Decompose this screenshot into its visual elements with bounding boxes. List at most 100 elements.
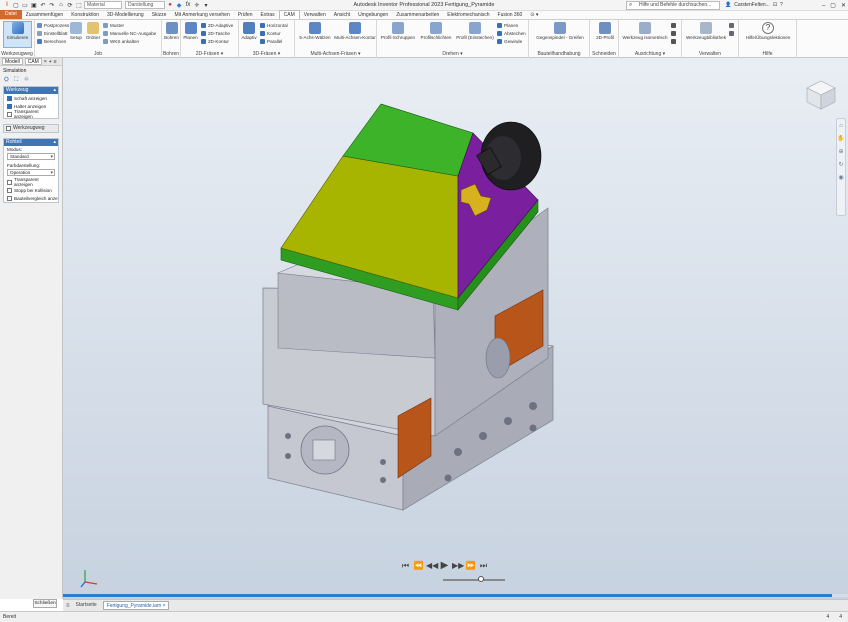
parallel-button[interactable]: Parallel — [260, 38, 282, 44]
select-icon[interactable]: ⬚ — [75, 1, 83, 9]
close-simulation-button[interactable]: Schließen — [33, 599, 57, 608]
update-icon[interactable]: ⟳ — [66, 1, 74, 9]
adjust-icon[interactable]: ◆ — [175, 1, 183, 9]
material-select[interactable]: Material — [84, 1, 122, 9]
browser-add-icon[interactable]: + — [49, 59, 52, 65]
doctab-home[interactable]: Startseite — [73, 601, 100, 610]
2d-pocket-button[interactable]: 2D-Tasche — [201, 30, 230, 36]
tab-view[interactable]: Ansicht — [330, 11, 354, 19]
tab-3d-model[interactable]: 3D-Modellierung — [103, 11, 148, 19]
look-icon[interactable]: ◉ — [838, 174, 843, 181]
step-forward-icon[interactable]: ▶▶ — [452, 561, 464, 570]
stock-transparent-checkbox[interactable]: Transparent anzeigen — [4, 177, 58, 187]
manage-extra-2[interactable] — [729, 30, 734, 36]
tab-design[interactable]: Konstruktion — [67, 11, 103, 19]
tab-environments[interactable]: Umgebungen — [354, 11, 392, 19]
tab-collaborate[interactable]: Zusammenarbeiten — [392, 11, 443, 19]
undo-icon[interactable]: ↶ — [39, 1, 47, 9]
tab-sketch[interactable]: Skizze — [148, 11, 171, 19]
tab-file[interactable]: Datei — [0, 10, 22, 19]
zoom-icon[interactable]: ⊕ — [838, 148, 843, 155]
generate-button[interactable]: Berechnen — [37, 38, 66, 44]
tool-isometric-button[interactable]: Werkzeug isometrisch — [622, 22, 668, 40]
drill-button[interactable]: Bohren — [163, 22, 180, 40]
wcs-probe-button[interactable]: WKS ankalten — [103, 38, 139, 44]
pattern-button[interactable]: Muster — [103, 22, 124, 28]
profile-grooving-button[interactable]: Profil (Einstechen) — [455, 22, 495, 40]
view-tool-icon[interactable]: ⛭ — [4, 77, 11, 83]
appearance-clear-icon[interactable]: ● — [166, 1, 174, 9]
browser-menu-icon[interactable]: ≡ — [54, 59, 57, 65]
manual-nc-button[interactable]: Manuelle NC-Ausgabe — [103, 30, 156, 36]
tab-tools[interactable]: Extras — [256, 11, 278, 19]
play-icon[interactable]: ▶ — [439, 560, 450, 571]
browser-tab-cam[interactable]: CAM — [24, 58, 42, 65]
orbit-icon[interactable]: ↻ — [838, 161, 843, 168]
profile-roughing-button[interactable]: Profil-Schruppen — [379, 22, 417, 40]
part-off-button[interactable]: Abstechen — [497, 30, 526, 36]
profile-finishing-button[interactable]: Profilschlichten — [417, 22, 455, 40]
setup-sheet-button[interactable]: Einstellblatt — [37, 30, 68, 36]
qat-menu-icon[interactable]: ▾ — [202, 1, 210, 9]
orient-top-button[interactable] — [671, 22, 676, 28]
collapse-icon[interactable]: ▴ — [53, 139, 56, 146]
setup-button[interactable]: Setup — [69, 22, 83, 40]
redo-icon[interactable]: ↷ — [48, 1, 56, 9]
skip-to-start-icon[interactable]: ⏮ — [400, 561, 411, 571]
menu-icon[interactable]: ≡ — [66, 603, 70, 609]
manage-extra-1[interactable] — [729, 22, 734, 28]
tab-electromechanical[interactable]: Elektromechanisch — [443, 11, 493, 19]
turning-face-button[interactable]: Planen — [497, 22, 518, 28]
tool-transparent-checkbox[interactable]: Transparent anzeigen — [4, 109, 58, 119]
subspindle-grab-button[interactable]: Gegenspindel - Greifen — [533, 22, 587, 40]
postprocess-button[interactable]: Postprozess — [37, 22, 69, 28]
color-mode-select[interactable]: Operation — [7, 169, 55, 176]
view-stock-icon[interactable]: ⛶ — [14, 77, 21, 83]
skip-to-end-icon[interactable]: ⏭ — [478, 561, 489, 571]
help-tutorials-button[interactable]: ? Hilfe/Übungslektionen — [741, 22, 795, 40]
orient-front-button[interactable] — [671, 30, 676, 36]
tool-section-header[interactable]: Werkzeug ▴ — [4, 87, 58, 94]
new-file-icon[interactable]: ▢ — [12, 1, 20, 9]
tab-cam[interactable]: CAM — [278, 10, 300, 19]
maximize-button[interactable]: ▢ — [830, 2, 836, 9]
previous-operation-icon[interactable]: ⏪ — [413, 561, 424, 570]
cart-icon[interactable]: ⊡ — [773, 1, 777, 10]
pan-icon[interactable]: ✋ — [837, 135, 844, 142]
help-icon[interactable]: ? — [780, 1, 783, 10]
cad-model[interactable] — [63, 58, 848, 599]
show-shaft-checkbox[interactable]: Schaft anzeigen — [4, 94, 58, 102]
step-back-icon[interactable]: ◀◀ — [426, 561, 438, 570]
home-icon[interactable]: ⌂ — [839, 123, 843, 129]
2d-adaptive-button[interactable]: 2D-Adaptive — [201, 22, 233, 28]
open-file-icon[interactable]: ▭ — [21, 1, 29, 9]
move-icon[interactable]: ✛ — [193, 1, 201, 9]
tab-more[interactable]: ⊙ ▾ — [526, 11, 542, 19]
browser-close-icon[interactable]: × — [44, 59, 47, 65]
orient-side-button[interactable] — [671, 38, 676, 44]
close-window-button[interactable]: ✕ — [841, 2, 846, 9]
horizontal-button[interactable]: Horizontal — [260, 22, 288, 28]
adaptive-button[interactable]: Adaptiv — [240, 22, 258, 40]
tab-manage[interactable]: Verwalten — [300, 11, 330, 19]
face-button[interactable]: Planen — [182, 22, 199, 40]
collapse-icon[interactable]: ▴ — [53, 87, 56, 94]
user-account[interactable]: 👤 CarstenFelten... ⊡ ? — [725, 1, 783, 10]
playback-speed-slider[interactable] — [443, 576, 505, 582]
contour-button[interactable]: Kontur — [260, 30, 281, 36]
tool-library-button[interactable]: Werkzeugbibliothek — [684, 22, 728, 40]
view-cube[interactable] — [804, 78, 838, 112]
stop-on-collision-checkbox[interactable]: Stopp bei Kollision — [4, 186, 58, 194]
app-menu-icon[interactable]: I — [3, 1, 11, 9]
appearance-select[interactable]: Darstellung — [125, 1, 165, 9]
view-path-icon[interactable]: ⛗ — [24, 77, 31, 83]
tab-fusion-360[interactable]: Fusion 360 — [494, 11, 527, 19]
simulate-button[interactable]: Simulieren — [3, 21, 32, 48]
tab-inspect[interactable]: Prüfen — [234, 11, 257, 19]
home-icon[interactable]: ⌂ — [57, 1, 65, 9]
help-search-input[interactable]: ⌕ Hilfe und Befehle durchsuchen... — [626, 1, 720, 10]
browser-tab-model[interactable]: Modell — [2, 58, 23, 65]
graphics-viewport[interactable]: ⌂ ✋ ⊕ ↻ ◉ ⏮ ⏪ ◀◀ ▶ ▶▶ ⏩ ⏭ — [63, 58, 848, 599]
checkbox-unchecked-icon[interactable] — [6, 126, 11, 131]
next-operation-icon[interactable]: ⏩ — [465, 561, 476, 570]
